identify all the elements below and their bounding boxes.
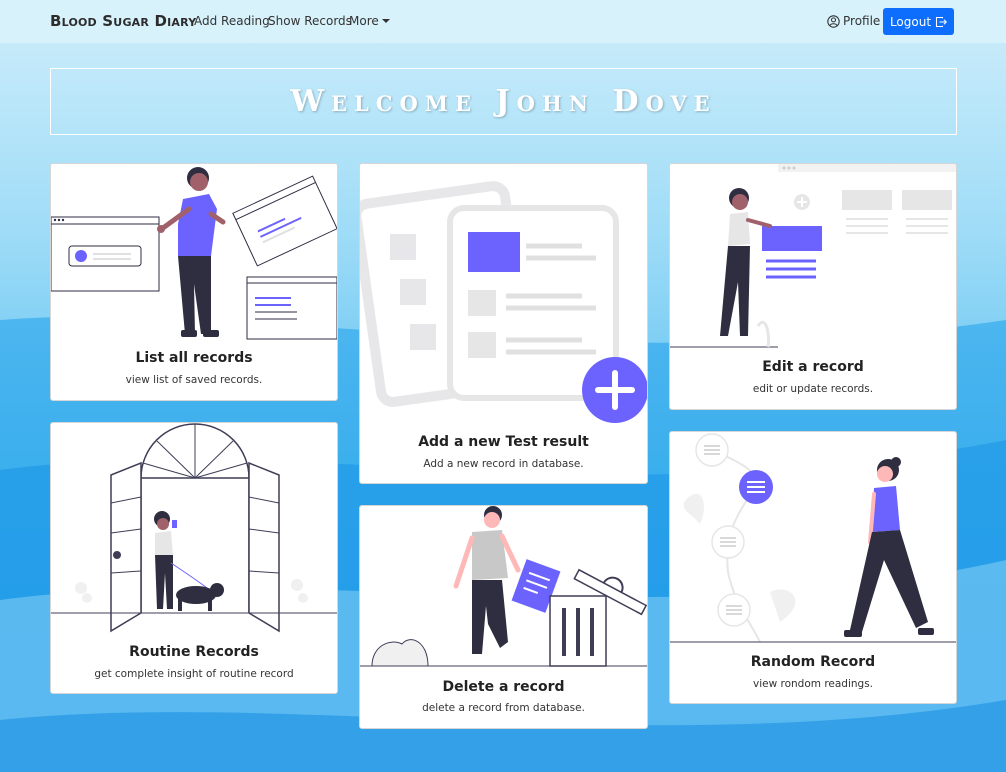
card-text: get complete insight of routine record xyxy=(94,668,294,680)
nav-more-label: More xyxy=(349,14,379,28)
card-title: Delete a record xyxy=(442,679,565,695)
card-title: Routine Records xyxy=(129,644,259,660)
welcome-banner: Welcome John Dove xyxy=(50,68,957,135)
card-text: delete a record from database. xyxy=(422,702,585,714)
card-title: Random Record xyxy=(750,654,876,670)
logout-button[interactable]: Logout xyxy=(883,8,954,35)
card-title: Add a new Test result xyxy=(418,434,589,450)
card-title: List all records xyxy=(135,350,253,366)
welcome-heading: Welcome John Dove xyxy=(290,84,717,119)
delete-record-illustration xyxy=(360,506,647,667)
profile-label: Profile xyxy=(843,14,881,28)
card-add-record[interactable]: Add a new Test result Add a new record i… xyxy=(359,163,648,484)
nav-show-records[interactable]: Show Records xyxy=(268,14,352,28)
card-text: edit or update records. xyxy=(752,383,874,395)
card-delete-record[interactable]: Delete a record delete a record from dat… xyxy=(359,505,648,729)
logout-icon xyxy=(936,16,948,27)
card-list-records[interactable]: List all records view list of saved reco… xyxy=(50,163,338,401)
add-record-illustration xyxy=(360,181,647,423)
logout-label: Logout xyxy=(889,14,932,29)
routine-records-illustration xyxy=(51,423,337,633)
card-random-record[interactable]: Random Record view rondom readings. xyxy=(669,431,957,704)
card-text: view rondom readings. xyxy=(752,678,874,690)
card-title: Edit a record xyxy=(762,359,864,375)
nav-add-reading[interactable]: Add Reading xyxy=(194,14,270,28)
list-records-illustration xyxy=(51,167,337,340)
edit-record-illustration xyxy=(670,164,956,348)
user-circle-icon xyxy=(827,14,840,28)
navbar: Blood Sugar Diary Add Reading Show Recor… xyxy=(0,0,1006,43)
brand-logo[interactable]: Blood Sugar Diary xyxy=(50,12,196,30)
random-record-illustration xyxy=(670,433,956,643)
card-text: Add a new record in database. xyxy=(423,458,584,470)
nav-more-dropdown[interactable]: More xyxy=(349,14,390,28)
caret-down-icon xyxy=(381,19,390,23)
card-routine-records[interactable]: Routine Records get complete insight of … xyxy=(50,422,338,694)
card-text: view list of saved records. xyxy=(125,374,263,386)
profile-link[interactable]: Profile xyxy=(827,14,880,28)
card-edit-record[interactable]: Edit a record edit or update records. xyxy=(669,163,957,410)
